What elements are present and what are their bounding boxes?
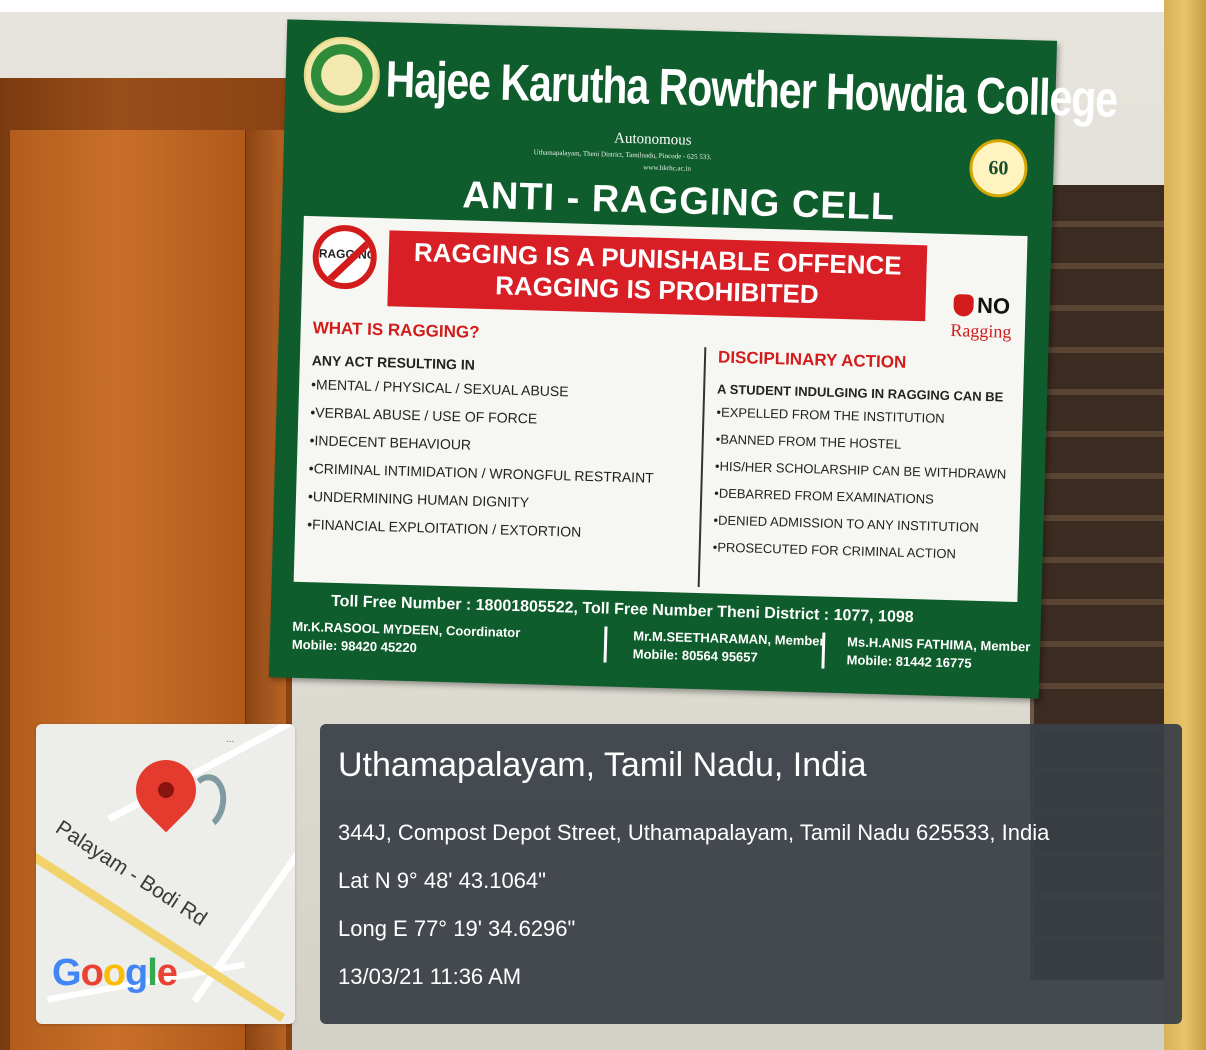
list-item: DENIED ADMISSION TO ANY INSTITUTION <box>713 512 1029 536</box>
college-address: Uthamapalayam, Theni District, Tamilnadu… <box>533 148 712 162</box>
geotag-info-card: Uthamapalayam, Tamil Nadu, India 344J, C… <box>320 724 1182 1024</box>
map-thumbnail[interactable]: Palayam - Bodi Rd ... Google <box>36 724 295 1024</box>
stop-hand-icon <box>952 294 974 317</box>
list-item: INDECENT BEHAVIOUR <box>309 432 681 458</box>
place-title: Uthamapalayam, Tamil Nadu, India <box>338 746 867 784</box>
disciplinary-action-section: DISCIPLINARY ACTION A STUDENT INDULGING … <box>697 347 1035 597</box>
google-letter: G <box>52 952 82 994</box>
map-road <box>191 851 295 1004</box>
latitude: Lat N 9° 48' 43.1064" <box>338 868 546 893</box>
list-item: FINANCIAL EXPLOITATION / EXTORTION <box>307 516 679 542</box>
contact-coordinator: Mr.K.RASOOL MYDEEN, Coordinator Mobile: … <box>292 618 521 660</box>
anniversary-badge: 60 <box>968 138 1029 199</box>
google-letter: l <box>147 952 158 994</box>
no-ragging-badge: NO Ragging <box>941 292 1022 343</box>
anti-ragging-banner: Hajee Karutha Rowther Howdia College 60 … <box>268 19 1118 699</box>
list-item: EXPELLED FROM THE INSTITUTION <box>716 405 1032 429</box>
contact-member-2: Ms.H.ANIS FATHIMA, Member Mobile: 81442 … <box>821 632 1031 675</box>
list-item: CRIMINAL INTIMIDATION / WRONGFUL RESTRAI… <box>309 460 681 486</box>
headline-box: RAGGING IS A PUNISHABLE OFFENCE RAGGING … <box>387 230 928 322</box>
timestamp: 13/03/21 11:36 AM <box>338 964 522 989</box>
ragging-label: Ragging <box>950 320 1012 342</box>
longitude: Long E 77° 19' 34.6296" <box>338 916 576 941</box>
what-is-ragging-intro: ANY ACT RESULTING IN <box>311 352 476 373</box>
banner-title: ANTI - RAGGING CELL <box>461 174 896 229</box>
google-letter: e <box>156 952 178 994</box>
disciplinary-intro: A STUDENT INDULGING IN RAGGING CAN BE <box>716 381 1004 405</box>
list-item: PROSECUTED FOR CRIMINAL ACTION <box>713 539 1029 563</box>
college-website: www.hkrhc.ac.in <box>643 163 691 173</box>
disciplinary-heading: DISCIPLINARY ACTION <box>717 347 907 372</box>
list-item: MENTAL / PHYSICAL / SEXUAL ABUSE <box>311 376 683 402</box>
autonomous-label: Autonomous <box>613 130 692 149</box>
list-item: HIS/HER SCHOLARSHIP CAN BE WITHDRAWN <box>715 458 1031 482</box>
no-ragging-sign-icon: RAGGING <box>311 224 378 290</box>
street-address: 344J, Compost Depot Street, Uthamapalaya… <box>338 820 1050 845</box>
contact-member-1: Mr.M.SEETHARAMAN, Member Mobile: 80564 9… <box>603 626 825 669</box>
what-is-ragging-section: WHAT IS RAGGING? ANY ACT RESULTING IN ME… <box>307 318 685 554</box>
banner-content: RAGGING RAGGING IS A PUNISHABLE OFFENCE … <box>293 215 1035 602</box>
google-letter: o <box>102 952 126 994</box>
google-letter: o <box>80 952 104 994</box>
no-label: NO <box>976 292 1011 319</box>
college-logo-icon <box>302 35 381 114</box>
list-item: BANNED FROM THE HOSTEL <box>716 432 1032 456</box>
ceiling <box>0 0 1206 12</box>
google-logo: Google <box>52 952 178 995</box>
list-item: UNDERMINING HUMAN DIGNITY <box>308 488 680 514</box>
map-more-icon[interactable]: ... <box>226 734 234 745</box>
list-item: VERBAL ABUSE / USE OF FORCE <box>310 404 682 430</box>
list-item: DEBARRED FROM EXAMINATIONS <box>714 485 1030 509</box>
what-is-ragging-heading: WHAT IS RAGGING? <box>312 318 480 342</box>
location-pin-dot <box>158 782 174 798</box>
college-name: Hajee Karutha Rowther Howdia College <box>384 50 1118 129</box>
contacts-row: Mr.K.RASOOL MYDEEN, Coordinator Mobile: … <box>291 618 1031 688</box>
google-letter: g <box>125 952 148 994</box>
photo-scene: Hajee Karutha Rowther Howdia College 60 … <box>0 0 1206 1050</box>
